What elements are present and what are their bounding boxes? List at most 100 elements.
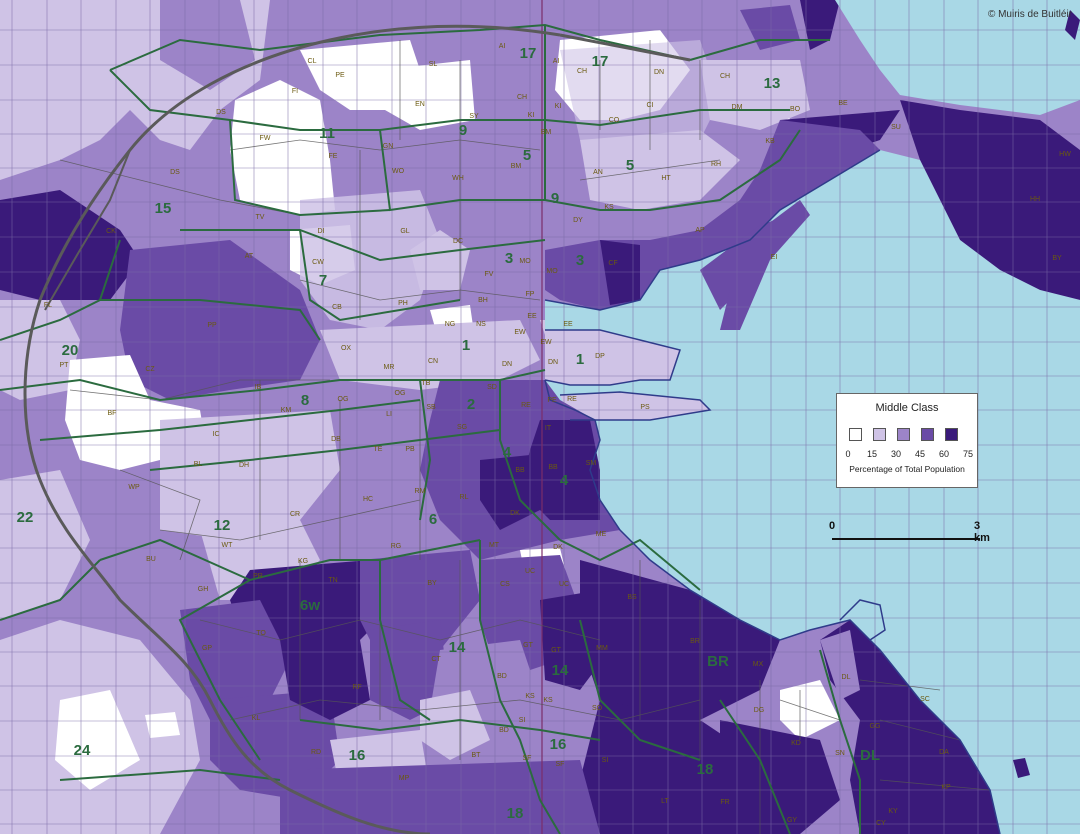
area-code-label: RM bbox=[415, 488, 426, 495]
area-code-label: SG bbox=[457, 424, 467, 431]
area-code-label: MT bbox=[489, 542, 500, 549]
area-code-label: KI bbox=[528, 112, 535, 119]
area-code-label: EW bbox=[540, 339, 552, 346]
area-code-label: CN bbox=[428, 358, 438, 365]
area-code-label: OG bbox=[395, 390, 406, 397]
area-code-label: IB bbox=[255, 384, 262, 391]
area-code-label: IT bbox=[545, 425, 552, 432]
area-code-label: DP bbox=[595, 353, 605, 360]
area-code-label: BS bbox=[627, 594, 637, 601]
area-code-label: DA bbox=[939, 749, 949, 756]
legend-tick: 60 bbox=[938, 449, 949, 459]
area-code-label: SU bbox=[891, 124, 901, 131]
area-code-label: UC bbox=[559, 581, 569, 588]
district-number-label: 15 bbox=[155, 200, 172, 217]
area-code-label: KS bbox=[604, 204, 614, 211]
area-code-label: CY bbox=[876, 820, 886, 827]
legend-swatch-45-60 bbox=[921, 428, 934, 441]
scale-line bbox=[832, 538, 980, 540]
district-number-label: 14 bbox=[552, 662, 569, 679]
area-code-label: CW bbox=[312, 259, 324, 266]
area-code-label: KP bbox=[941, 784, 951, 791]
area-code-label: UC bbox=[525, 568, 535, 575]
area-code-label: AI bbox=[553, 58, 560, 65]
area-code-label: BO bbox=[790, 106, 801, 113]
area-code-label: BD bbox=[497, 673, 507, 680]
area-code-label: ME bbox=[596, 531, 607, 538]
area-code-label: RF bbox=[352, 684, 361, 691]
area-code-label: IC bbox=[213, 431, 220, 438]
area-code-label: FI bbox=[292, 88, 298, 95]
area-code-label: KD bbox=[791, 740, 801, 747]
area-code-label: AI bbox=[499, 43, 506, 50]
area-code-label: CS bbox=[500, 581, 510, 588]
area-code-label: KL bbox=[252, 715, 261, 722]
legend: Middle Class 0 15 30 45 60 75 Percentage… bbox=[836, 393, 978, 488]
district-number-label: 12 bbox=[214, 517, 231, 534]
area-code-label: WT bbox=[222, 542, 234, 549]
area-code-label: DY bbox=[573, 217, 583, 224]
area-code-label: CO bbox=[609, 117, 620, 124]
area-code-label: KS bbox=[525, 693, 535, 700]
area-code-label: OX bbox=[341, 345, 351, 352]
district-number-label: 9 bbox=[459, 122, 467, 139]
area-code-label: KG bbox=[298, 558, 308, 565]
scale-start-label: 0 bbox=[829, 520, 836, 532]
scale-end-label: 3 km bbox=[974, 520, 990, 544]
area-code-label: FR bbox=[720, 799, 729, 806]
area-code-label: CZ bbox=[145, 366, 155, 373]
area-code-label: MO bbox=[546, 268, 558, 275]
area-code-label: TN bbox=[328, 577, 337, 584]
area-code-label: DH bbox=[239, 462, 249, 469]
district-number-label: 4 bbox=[503, 444, 512, 461]
area-code-label: DN bbox=[502, 361, 512, 368]
district-number-label: 13 bbox=[764, 75, 781, 92]
area-code-label: SN bbox=[835, 750, 845, 757]
area-code-label: GH bbox=[198, 586, 209, 593]
area-code-label: KM bbox=[281, 407, 292, 414]
area-code-label: BL bbox=[194, 461, 203, 468]
area-code-label: EI bbox=[771, 254, 778, 261]
area-code-label: BF bbox=[108, 410, 117, 417]
area-code-label: GL bbox=[400, 228, 409, 235]
area-code-label: DN bbox=[654, 69, 664, 76]
district-number-label: 24 bbox=[74, 742, 91, 759]
scale-bar: 0 3 km bbox=[829, 520, 990, 550]
area-code-label: SO bbox=[592, 705, 603, 712]
area-code-label: BB bbox=[515, 467, 525, 474]
area-code-label: PE bbox=[547, 397, 557, 404]
area-code-label: CH bbox=[720, 73, 730, 80]
district-number-label: 7 bbox=[319, 272, 327, 289]
legend-swatch-0-15 bbox=[849, 428, 862, 441]
area-code-label: HH bbox=[1030, 196, 1040, 203]
area-code-label: LT bbox=[661, 798, 669, 805]
area-code-label: BY bbox=[427, 580, 437, 587]
area-code-label: KB bbox=[765, 138, 775, 145]
area-code-label: RG bbox=[391, 543, 402, 550]
legend-tick: 0 bbox=[845, 449, 851, 459]
area-code-label: SF bbox=[523, 755, 532, 762]
area-code-label: PB bbox=[405, 446, 415, 453]
area-code-label: FV bbox=[485, 271, 494, 278]
area-code-label: TE bbox=[374, 446, 383, 453]
area-code-label: RE bbox=[521, 402, 531, 409]
area-code-label: DS bbox=[170, 169, 180, 176]
area-code-label: CH bbox=[517, 94, 527, 101]
district-number-label: 9 bbox=[551, 190, 559, 207]
area-code-label: MP bbox=[399, 775, 410, 782]
legend-caption: Percentage of Total Population bbox=[849, 464, 965, 474]
district-number-label: 1 bbox=[576, 351, 584, 368]
district-number-label: 11 bbox=[319, 125, 335, 142]
legend-swatch-60-75 bbox=[945, 428, 958, 441]
legend-tick: 75 bbox=[962, 449, 973, 459]
area-code-label: FE bbox=[329, 153, 338, 160]
district-number-label: 2 bbox=[467, 396, 475, 413]
area-code-label: DK bbox=[510, 510, 520, 517]
area-code-label: HW bbox=[1059, 151, 1071, 158]
area-code-label: KS bbox=[543, 697, 553, 704]
district-number-label: 6w bbox=[300, 597, 320, 614]
district-number-label: 22 bbox=[17, 509, 34, 526]
area-code-label: EE bbox=[527, 313, 537, 320]
district-number-label: 18 bbox=[697, 761, 714, 778]
area-code-label: GT bbox=[551, 647, 561, 654]
